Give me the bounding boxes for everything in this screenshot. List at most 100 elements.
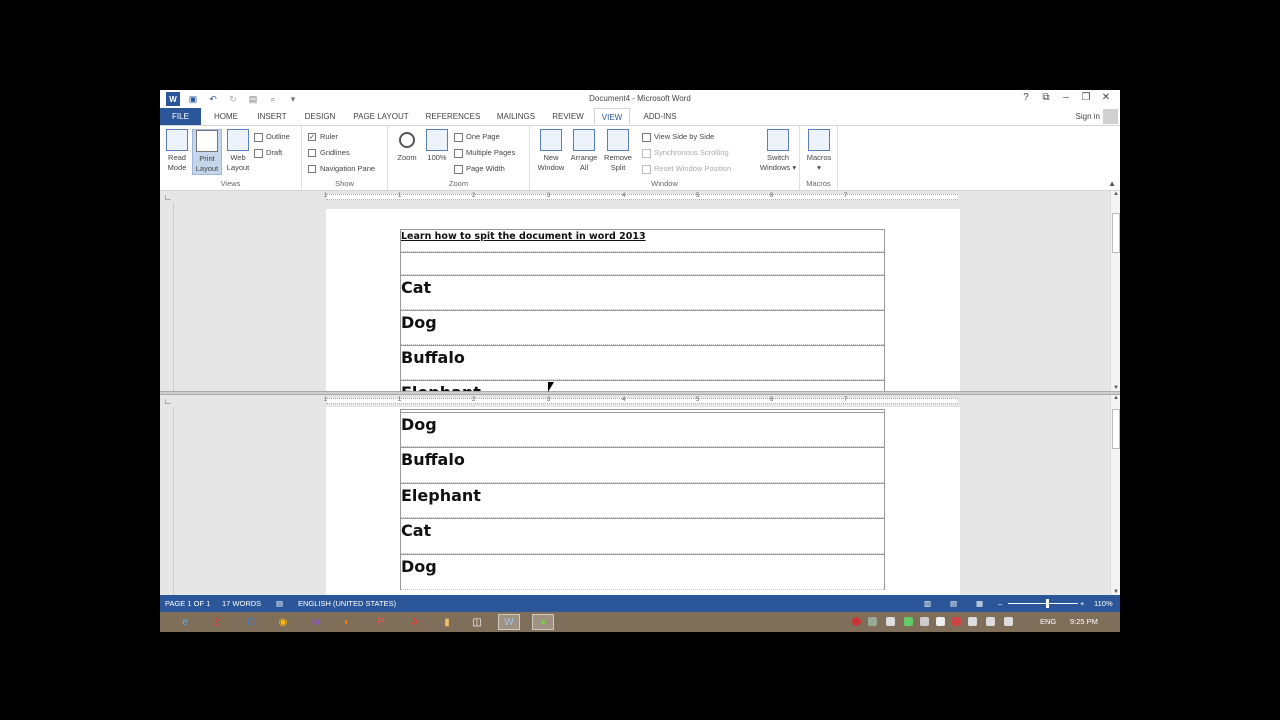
table-row[interactable]: Dog: [401, 554, 884, 590]
zoom-out-icon[interactable]: –: [998, 599, 1002, 608]
multiple-pages-button[interactable]: Multiple Pages: [454, 147, 515, 159]
zoom-slider[interactable]: [1008, 599, 1078, 608]
tab-home[interactable]: HOME: [206, 108, 246, 125]
help-icon[interactable]: ?: [1016, 92, 1036, 103]
remove-split-button[interactable]: Remove Split: [601, 129, 635, 173]
arrange-all-button[interactable]: Arrange All: [568, 129, 600, 173]
ruler-checkbox[interactable]: ✓ Ruler: [308, 131, 338, 143]
tab-page-layout[interactable]: PAGE LAYOUT: [348, 108, 414, 125]
table-row[interactable]: Elephant: [401, 380, 884, 391]
tray-app-icon[interactable]: [868, 617, 877, 626]
recorder-taskbar-icon[interactable]: ●: [532, 614, 554, 630]
filezilla-icon[interactable]: Z: [206, 614, 228, 630]
reset-window-position-button[interactable]: Reset Window Position: [642, 163, 731, 175]
zoom-button[interactable]: Zoom: [393, 129, 421, 163]
gridlines-checkbox[interactable]: Gridlines: [308, 147, 350, 159]
tab-review[interactable]: REVIEW: [548, 108, 588, 125]
input-language[interactable]: ENG: [1040, 617, 1056, 626]
document-page[interactable]: Dog Buffalo Elephant Cat Dog: [326, 407, 960, 595]
tray-antivirus-icon[interactable]: [852, 617, 861, 626]
one-page-button[interactable]: One Page: [454, 131, 500, 143]
web-layout-button[interactable]: Web Layout: [223, 129, 253, 173]
tab-file[interactable]: FILE: [160, 108, 201, 125]
clock[interactable]: 9:25 PM: [1070, 617, 1098, 626]
print-layout-status-icon[interactable]: ▤: [950, 599, 957, 608]
word-taskbar-icon[interactable]: W: [498, 614, 520, 630]
page-count[interactable]: PAGE 1 OF 1: [165, 599, 210, 608]
zoom-in-icon[interactable]: +: [1080, 599, 1084, 608]
read-mode-status-icon[interactable]: ▥: [924, 599, 931, 608]
print-layout-button[interactable]: Print Layout: [192, 129, 222, 175]
internet-explorer-icon[interactable]: e: [174, 614, 196, 630]
firefox-icon[interactable]: ◐: [336, 614, 358, 630]
network-icon[interactable]: [1004, 617, 1013, 626]
speaker-icon[interactable]: [986, 617, 995, 626]
synchronous-scrolling-button[interactable]: Synchronous Scrolling: [642, 147, 729, 159]
vertical-scrollbar-bottom[interactable]: ▲ ▼: [1110, 395, 1120, 595]
page-width-button[interactable]: Page Width: [454, 163, 505, 175]
document-pane-bottom[interactable]: ∟ 1 1 2 3 4 5 6 7 Dog Buffalo Elephant C…: [160, 395, 1120, 595]
table-row[interactable]: Cat: [401, 275, 884, 310]
avatar[interactable]: [1103, 109, 1118, 124]
document-pane-top[interactable]: ∟ 1 1 2 3 4 5 6 7 Learn how to spit the …: [160, 191, 1120, 391]
tab-view[interactable]: VIEW: [594, 108, 630, 125]
tray-app-icon-4[interactable]: [936, 617, 945, 626]
zoom-100-button[interactable]: 100%: [424, 129, 450, 163]
acrobat-icon[interactable]: A: [404, 614, 426, 630]
collapse-ribbon-icon[interactable]: ▲: [1108, 179, 1116, 188]
tab-design[interactable]: DESIGN: [298, 108, 342, 125]
new-window-button[interactable]: New Window: [534, 129, 568, 173]
document-page[interactable]: Learn how to spit the document in word 2…: [326, 209, 960, 391]
table-row[interactable]: Dog: [401, 310, 884, 345]
outlook-icon[interactable]: O: [240, 614, 262, 630]
word-count[interactable]: 17 WORDS: [222, 599, 261, 608]
view-side-by-side-button[interactable]: View Side by Side: [642, 131, 714, 143]
ribbon-display-options-icon[interactable]: ⧉: [1036, 92, 1056, 103]
tray-network-app-icon[interactable]: [886, 617, 895, 626]
document-table[interactable]: Learn how to spit the document in word 2…: [400, 229, 885, 391]
zoom-slider-thumb[interactable]: [1045, 599, 1049, 608]
switch-windows-button[interactable]: Switch Windows ▾: [758, 129, 798, 173]
language[interactable]: ENGLISH (UNITED STATES): [298, 599, 396, 608]
tab-selector-icon[interactable]: ∟: [164, 193, 172, 202]
vertical-scrollbar-top[interactable]: ▲ ▼: [1110, 191, 1120, 391]
tab-selector-icon[interactable]: ∟: [164, 397, 172, 406]
zoom-level[interactable]: 110%: [1094, 599, 1113, 608]
visual-studio-icon[interactable]: ⋈: [304, 614, 326, 630]
powerpoint-icon[interactable]: P: [370, 614, 392, 630]
table-row[interactable]: Buffalo: [401, 447, 884, 483]
scroll-up-icon[interactable]: ▲: [1111, 395, 1120, 401]
document-table[interactable]: Dog Buffalo Elephant Cat Dog: [400, 409, 885, 590]
minimize-icon[interactable]: –: [1056, 92, 1076, 103]
proofing-icon[interactable]: ▤: [276, 599, 283, 608]
outline-button[interactable]: Outline: [254, 131, 290, 143]
web-layout-status-icon[interactable]: ▦: [976, 599, 983, 608]
tab-add-ins[interactable]: ADD-INS: [636, 108, 684, 125]
table-row[interactable]: Dog: [401, 412, 884, 447]
tab-mailings[interactable]: MAILINGS: [492, 108, 540, 125]
app-icon[interactable]: ◫: [466, 614, 488, 630]
file-explorer-icon[interactable]: ▮: [436, 614, 458, 630]
table-row[interactable]: Cat: [401, 518, 884, 554]
scroll-up-icon[interactable]: ▲: [1111, 191, 1120, 197]
read-mode-button[interactable]: Read Mode: [163, 129, 191, 173]
chrome-icon[interactable]: ◉: [272, 614, 294, 630]
scroll-thumb[interactable]: [1112, 213, 1120, 253]
table-row[interactable]: Learn how to spit the document in word 2…: [401, 229, 884, 252]
tab-references[interactable]: REFERENCES: [422, 108, 484, 125]
table-row[interactable]: Buffalo: [401, 345, 884, 380]
flag-icon[interactable]: [968, 617, 977, 626]
tab-insert[interactable]: INSERT: [252, 108, 292, 125]
sign-in-link[interactable]: Sign in: [1076, 112, 1100, 121]
close-icon[interactable]: ✕: [1096, 92, 1116, 103]
navigation-pane-checkbox[interactable]: Navigation Pane: [308, 163, 375, 175]
scroll-thumb[interactable]: [1112, 409, 1120, 449]
tray-app-icon-2[interactable]: [904, 617, 913, 626]
tray-app-icon-3[interactable]: [920, 617, 929, 626]
draft-button[interactable]: Draft: [254, 147, 282, 159]
tray-app-icon-5[interactable]: [952, 617, 961, 626]
horizontal-ruler[interactable]: ∟ 1 1 2 3 4 5 6 7: [160, 191, 1110, 203]
horizontal-ruler[interactable]: ∟ 1 1 2 3 4 5 6 7: [160, 395, 1110, 407]
table-row[interactable]: Elephant: [401, 483, 884, 518]
macros-button[interactable]: Macros ▾: [803, 129, 835, 173]
